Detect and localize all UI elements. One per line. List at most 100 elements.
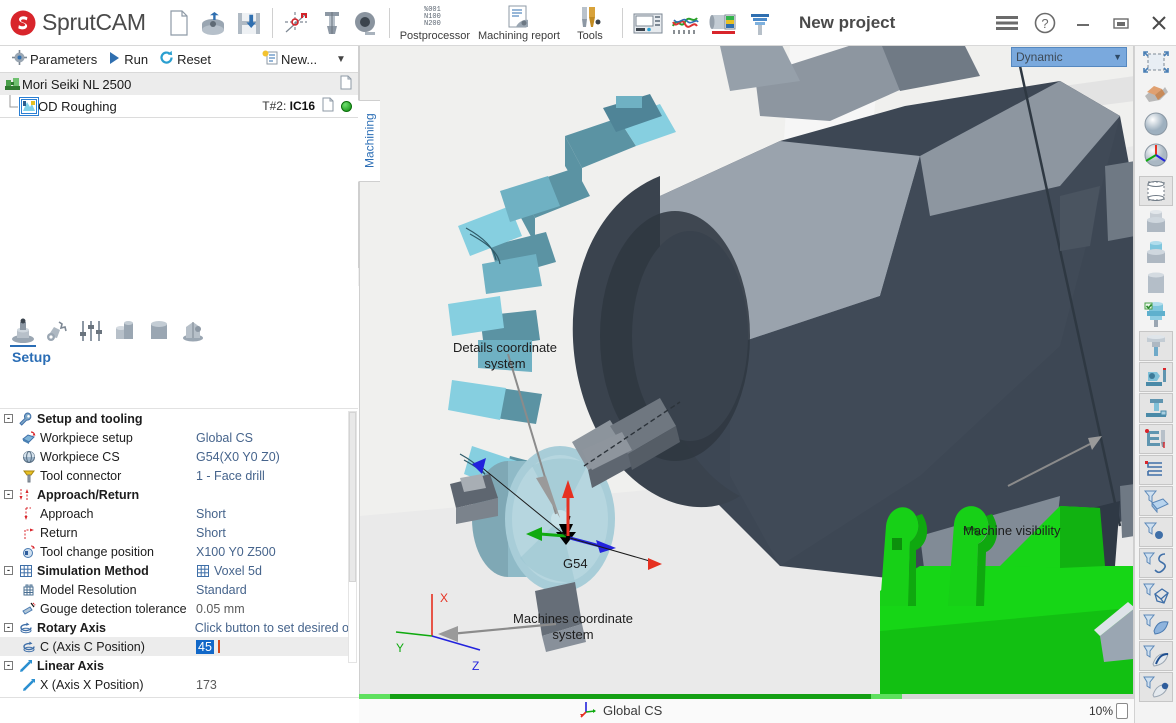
hamburger-icon[interactable] — [996, 12, 1018, 34]
property-row[interactable]: Gouge detection tolerance 0.05 mm — [0, 599, 348, 618]
property-value-editor[interactable]: 45 — [196, 639, 214, 654]
new-operation-button[interactable]: New... — [262, 50, 317, 68]
machine-panel-button[interactable] — [629, 1, 667, 45]
property-value-cell[interactable]: X100 Y0 Z500 — [196, 545, 276, 559]
fixture-icon[interactable] — [180, 318, 206, 344]
filter-surface-icon[interactable] — [1139, 610, 1173, 640]
document-icon[interactable] — [340, 75, 352, 93]
minimize-icon[interactable] — [1072, 12, 1094, 34]
property-value-cell[interactable]: 173 — [196, 678, 217, 692]
property-row[interactable]: Workpiece CS G54(X0 Y0 Z0) — [0, 447, 348, 466]
tree-item-machine[interactable]: Mori Seiki NL 2500 — [0, 73, 358, 95]
rotate-cs-icon[interactable] — [1139, 140, 1173, 170]
expander-toggle[interactable]: - — [4, 490, 13, 499]
feed-graph-button[interactable] — [667, 1, 705, 45]
show-billet-icon[interactable] — [1139, 269, 1173, 299]
property-row[interactable]: Approach Short — [0, 504, 348, 523]
show-tool-assembly-icon[interactable] — [1139, 300, 1173, 330]
show-workpiece-icon[interactable] — [1139, 207, 1173, 237]
machine-base-icon[interactable] — [1139, 424, 1173, 454]
property-value-cell[interactable]: Short — [196, 526, 226, 540]
filter-mesh-icon[interactable] — [1139, 579, 1173, 609]
tooling-button[interactable] — [315, 1, 349, 45]
fit-to-window-icon[interactable] — [1139, 47, 1173, 77]
isometric-view-icon[interactable] — [1139, 78, 1173, 108]
geometry-button[interactable] — [279, 1, 315, 45]
expander-toggle[interactable]: - — [4, 661, 13, 670]
setup-icon[interactable] — [10, 318, 36, 347]
zoom-indicator[interactable]: 10% — [1089, 702, 1128, 719]
shaded-sphere-icon[interactable] — [1139, 109, 1173, 139]
linear-axis-icon — [19, 659, 33, 673]
expander-toggle[interactable]: - — [4, 623, 13, 632]
fixture-button[interactable] — [743, 1, 777, 45]
tools-button[interactable]: Tools — [564, 1, 616, 45]
property-row[interactable]: Tool connector 1 - Face drill — [0, 466, 348, 485]
property-value-cell[interactable]: Short — [196, 507, 226, 521]
show-part-icon[interactable] — [1139, 238, 1173, 268]
property-value-cell[interactable]: Voxel 5d — [196, 564, 262, 578]
postprocessor-button[interactable]: %001 N100 N200 Postprocessor — [396, 1, 474, 45]
tree-item-operation[interactable]: OD Roughing T#2: IC16 — [0, 95, 358, 117]
zoom-box-icon[interactable] — [1116, 702, 1128, 719]
toolpath-icon[interactable] — [1139, 455, 1173, 485]
show-machine-icon[interactable] — [1139, 362, 1173, 392]
property-row[interactable]: - Setup and tooling — [0, 409, 348, 428]
property-value-cell[interactable]: Standard — [196, 583, 247, 597]
scrollbar-thumb[interactable] — [349, 412, 356, 582]
filter-solid-icon[interactable] — [1139, 486, 1173, 516]
property-value-cell[interactable]: G54(X0 Y0 Z0) — [196, 450, 280, 464]
property-row[interactable]: C (Axis C Position) 45 — [0, 637, 348, 656]
property-row[interactable]: Return Short — [0, 523, 348, 542]
save-file-button[interactable] — [232, 1, 266, 45]
property-value-cell[interactable]: Click button to set desired o — [195, 621, 348, 635]
filter-curve-icon[interactable] — [1139, 548, 1173, 578]
property-row[interactable]: Workpiece setup Global CS — [0, 428, 348, 447]
property-value-cell[interactable]: 1 - Face drill — [196, 469, 265, 483]
machine-visibility-icon[interactable] — [1139, 393, 1173, 423]
run-button[interactable]: Run — [104, 51, 152, 68]
stock-icon[interactable] — [146, 318, 172, 344]
property-row[interactable]: - Linear Axis — [0, 656, 348, 675]
expander-toggle[interactable]: - — [4, 566, 13, 575]
show-stock-frame-icon[interactable] — [1139, 176, 1173, 206]
property-value-cell[interactable]: 0.05 mm — [196, 602, 245, 616]
status-coordinate-system[interactable]: Global CS — [579, 700, 662, 721]
tab-machining[interactable]: Machining — [358, 100, 380, 182]
property-value-cell[interactable]: 45 — [196, 639, 220, 654]
reset-button[interactable]: Reset — [155, 50, 215, 68]
property-name-cell: Workpiece CS — [0, 450, 196, 464]
property-row[interactable]: - Simulation Method Voxel 5d — [0, 561, 348, 580]
expander-toggle[interactable]: - — [4, 414, 13, 423]
property-value-cell[interactable]: Global CS — [196, 431, 253, 445]
parameters-button[interactable]: Parameters — [8, 50, 101, 68]
property-row[interactable]: X (Axis X Position) 173 — [0, 675, 348, 694]
open-file-button[interactable] — [196, 1, 232, 45]
close-icon[interactable] — [1148, 12, 1170, 34]
material-button[interactable] — [705, 1, 743, 45]
filter-point-icon[interactable] — [1139, 517, 1173, 547]
tools-label: Tools — [577, 30, 603, 42]
property-row[interactable]: Tool change position X100 Y0 Z500 — [0, 542, 348, 561]
property-row[interactable]: Model Resolution Standard — [0, 580, 348, 599]
parameters-gear-icon[interactable] — [44, 318, 70, 344]
show-holder-icon[interactable] — [1139, 331, 1173, 361]
property-row[interactable]: - Approach/Return — [0, 485, 348, 504]
machining-report-button[interactable]: Machining report — [474, 1, 564, 45]
restore-icon[interactable] — [1110, 12, 1132, 34]
view-mode-dropdown[interactable]: Dynamic ▼ — [1011, 47, 1127, 67]
3d-viewport[interactable]: G54 X Y Z Dynamic ▼ Details coordinate s… — [359, 46, 1134, 697]
filter-edge-icon[interactable] — [1139, 641, 1173, 671]
sliders-icon[interactable] — [78, 318, 104, 344]
measure-button[interactable] — [349, 1, 383, 45]
machining-report-label: Machining report — [478, 30, 560, 42]
chevron-down-icon[interactable]: ▼ — [336, 54, 346, 65]
property-name-cell: Approach — [0, 507, 196, 521]
workpiece-icon[interactable] — [112, 318, 138, 344]
new-file-button[interactable] — [162, 1, 196, 45]
property-grid-scrollbar[interactable] — [348, 411, 357, 663]
property-row[interactable]: - Rotary Axis Click button to set desired … — [0, 618, 348, 637]
filter-vertex-icon[interactable] — [1139, 672, 1173, 702]
question-circle-icon[interactable]: ? — [1034, 12, 1056, 34]
document-icon[interactable] — [322, 97, 334, 115]
